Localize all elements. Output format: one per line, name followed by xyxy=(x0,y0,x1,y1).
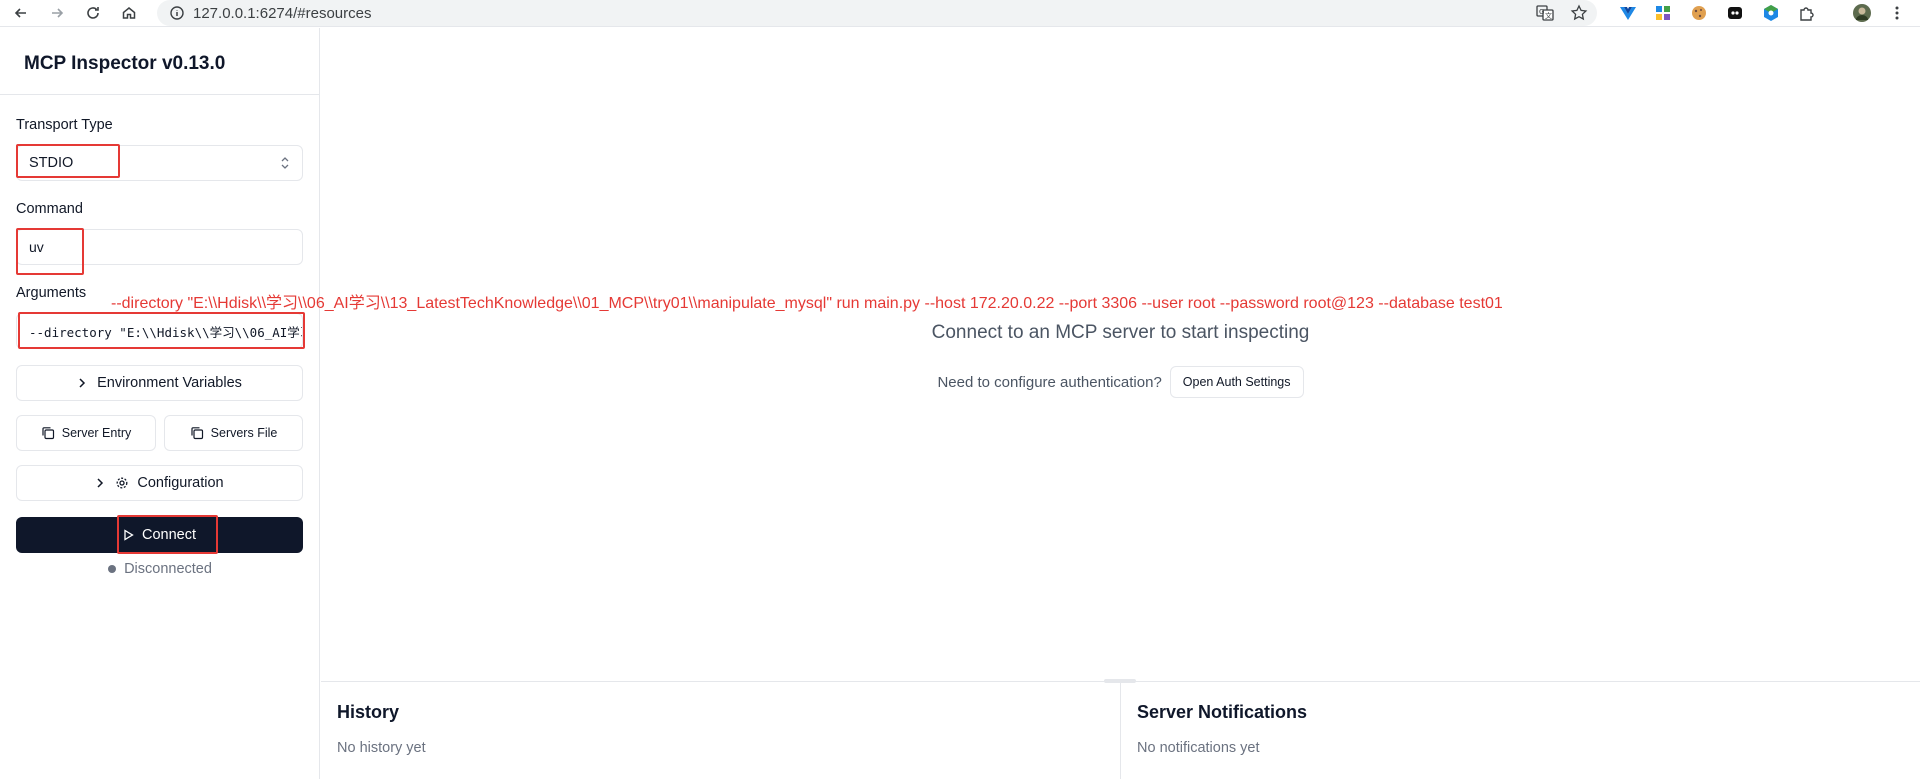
open-auth-settings-button[interactable]: Open Auth Settings xyxy=(1169,366,1304,398)
back-arrow-icon[interactable] xyxy=(10,2,32,24)
transport-type-select[interactable]: STDIO xyxy=(16,145,303,181)
chevron-right-icon xyxy=(95,477,105,489)
copy-icon xyxy=(190,426,204,440)
copy-icon xyxy=(41,426,55,440)
chevron-up-down-icon xyxy=(280,156,290,170)
empty-state-title: Connect to an MCP server to start inspec… xyxy=(931,322,1310,343)
reload-icon[interactable] xyxy=(82,2,104,24)
forward-arrow-icon[interactable] xyxy=(46,2,68,24)
command-value: uv xyxy=(29,239,44,255)
url-text: 127.0.0.1:6274/#resources xyxy=(193,5,372,22)
address-bar[interactable]: 127.0.0.1:6274/#resources G文 xyxy=(157,0,1597,26)
arguments-input[interactable]: --directory "E:\\Hdisk\\学习\\06_AI学习\\13_… xyxy=(16,313,303,349)
sidebar: MCP Inspector v0.13.0 Transport Type STD… xyxy=(0,28,320,779)
puzzle-extensions-icon[interactable] xyxy=(1797,3,1817,23)
svg-text:文: 文 xyxy=(1545,11,1552,20)
arguments-annotation-text: --directory "E:\\Hdisk\\学习\\06_AI学习\\13_… xyxy=(111,295,1503,312)
home-icon[interactable] xyxy=(118,2,140,24)
notifications-empty: No notifications yet xyxy=(1137,740,1260,756)
auth-prompt-text: Need to configure authentication? xyxy=(937,373,1162,391)
arguments-label: Arguments xyxy=(16,285,87,301)
vue-devtools-icon[interactable] xyxy=(1618,3,1638,23)
sidebar-header: MCP Inspector v0.13.0 xyxy=(0,28,319,95)
command-input[interactable]: uv xyxy=(16,229,303,265)
arguments-value: --directory "E:\\Hdisk\\学习\\06_AI学习\\13_… xyxy=(29,324,302,340)
notifications-panel: Server Notifications No notifications ye… xyxy=(1121,682,1920,779)
open-auth-settings-label: Open Auth Settings xyxy=(1182,375,1291,389)
servers-file-button[interactable]: Servers File xyxy=(164,415,303,451)
server-entry-button[interactable]: Server Entry xyxy=(16,415,156,451)
history-panel: History No history yet xyxy=(321,682,1120,779)
command-label: Command xyxy=(16,201,83,217)
server-entry-label: Server Entry xyxy=(61,426,132,440)
auth-prompt-row: Need to configure authentication? Open A… xyxy=(321,366,1920,398)
play-icon xyxy=(123,529,134,541)
app-title: MCP Inspector v0.13.0 xyxy=(24,53,226,74)
history-empty: No history yet xyxy=(337,740,426,756)
bottom-panel: History No history yet Server Notificati… xyxy=(321,681,1920,779)
connect-button[interactable]: Connect xyxy=(16,517,303,553)
svg-text:G: G xyxy=(1539,8,1544,16)
cookie-icon[interactable] xyxy=(1689,3,1709,23)
servers-file-label: Servers File xyxy=(210,426,278,440)
environment-variables-button[interactable]: Environment Variables xyxy=(16,365,303,401)
transport-type-label: Transport Type xyxy=(16,117,113,133)
configuration-label: Configuration xyxy=(137,475,224,491)
transport-type-value: STDIO xyxy=(29,155,74,171)
bookmark-star-icon[interactable] xyxy=(1569,3,1589,23)
history-title: History xyxy=(337,702,400,722)
configuration-button[interactable]: Configuration xyxy=(16,465,303,501)
colorful-hexagon-icon[interactable] xyxy=(1761,3,1781,23)
apps-grid-icon[interactable] xyxy=(1653,3,1673,23)
browser-toolbar: 127.0.0.1:6274/#resources G文 xyxy=(0,0,1920,27)
profile-avatar-icon[interactable] xyxy=(1852,3,1872,23)
translate-icon[interactable]: G文 xyxy=(1535,3,1555,23)
site-info-icon[interactable] xyxy=(169,5,185,21)
environment-variables-label: Environment Variables xyxy=(97,375,242,391)
ghost-icon[interactable] xyxy=(1725,3,1745,23)
connection-status: Disconnected xyxy=(0,561,320,577)
notifications-title: Server Notifications xyxy=(1137,702,1308,722)
more-vertical-icon[interactable] xyxy=(1887,3,1907,23)
status-text: Disconnected xyxy=(124,561,212,577)
connect-label: Connect xyxy=(141,527,196,543)
gear-icon xyxy=(115,476,129,490)
chevron-right-icon xyxy=(77,377,87,389)
status-dot xyxy=(108,565,117,573)
